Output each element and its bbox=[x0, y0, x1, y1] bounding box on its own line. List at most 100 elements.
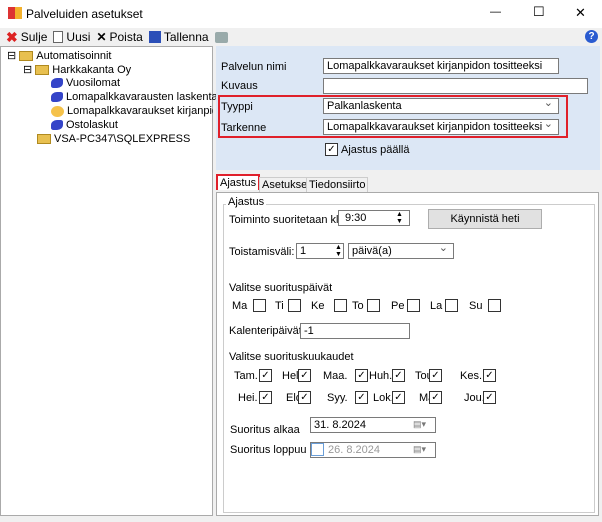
month-checkbox[interactable]: ✓ bbox=[392, 391, 405, 404]
folder-icon bbox=[35, 65, 50, 76]
tree-item[interactable]: Ostolaskut bbox=[51, 119, 118, 131]
close-toolbar-button[interactable]: ✖ Sulje bbox=[6, 29, 47, 45]
type-label: Tyyppi bbox=[221, 101, 253, 113]
title-bar: Palveluiden asetukset — ☐ ✕ bbox=[0, 0, 602, 28]
month-label: Jou. bbox=[464, 392, 485, 404]
month-label: Kes. bbox=[460, 370, 483, 382]
tree-view: ⊟ Automatisoinnit ⊟ Harkkakanta Oy Vuosi… bbox=[0, 46, 218, 516]
tree-item[interactable]: Vuosilomat bbox=[51, 77, 120, 89]
tree-server[interactable]: VSA-PC347\SQLEXPRESS bbox=[37, 133, 190, 145]
month-label: Huh. bbox=[369, 370, 393, 382]
day-checkbox[interactable] bbox=[334, 299, 347, 312]
calendar-dropdown-icon[interactable]: ▤▾ bbox=[413, 444, 426, 455]
day-checkbox[interactable] bbox=[407, 299, 420, 312]
name-input[interactable]: Lomapalkkavaraukset kirjanpidon tosittee… bbox=[323, 58, 559, 74]
day-label: Su bbox=[469, 300, 483, 312]
month-label: Maa. bbox=[323, 370, 348, 382]
spinner-arrows-icon[interactable]: ▲ ▼ bbox=[335, 244, 342, 258]
month-label: Lok. bbox=[373, 392, 394, 404]
new-label: Uusi bbox=[66, 30, 91, 44]
days-label: Valitse suorituspäivät bbox=[229, 282, 333, 294]
help-icon[interactable]: ? bbox=[585, 30, 598, 43]
run-now-button[interactable]: Käynnistä heti bbox=[428, 209, 542, 229]
spec-select[interactable]: Lomapalkkavaraukset kirjanpidon tosittee… bbox=[323, 119, 559, 135]
month-checkbox[interactable]: ✓ bbox=[298, 391, 311, 404]
end-label: Suoritus loppuu bbox=[230, 444, 307, 456]
close-button[interactable]: ✕ bbox=[575, 5, 586, 21]
desc-input[interactable] bbox=[323, 78, 588, 94]
tree-item-label: Vuosilomat bbox=[66, 77, 121, 89]
tree-root-label: Automatisoinnit bbox=[36, 50, 112, 62]
print-button[interactable] bbox=[214, 29, 228, 45]
month-checkbox[interactable]: ✓ bbox=[483, 369, 496, 382]
delete-label: Poista bbox=[109, 30, 143, 44]
minimize-button[interactable]: — bbox=[490, 6, 501, 18]
spec-label: Tarkenne bbox=[221, 122, 267, 134]
day-checkbox[interactable] bbox=[445, 299, 458, 312]
month-checkbox[interactable]: ✓ bbox=[483, 391, 496, 404]
day-checkbox[interactable] bbox=[488, 299, 501, 312]
window-title: Palveluiden asetukset bbox=[26, 7, 143, 21]
tab-tiedonsiirto[interactable]: Tiedonsiirto bbox=[306, 177, 369, 192]
month-checkbox[interactable]: ✓ bbox=[392, 369, 405, 382]
month-checkbox[interactable]: ✓ bbox=[259, 369, 272, 382]
day-label: La bbox=[430, 300, 443, 312]
gears-icon bbox=[51, 78, 63, 89]
start-label: Suoritus alkaa bbox=[230, 424, 300, 436]
tree-item-selected[interactable]: Lomapalkkavaraukset kirjanpidon tosittee… bbox=[51, 105, 213, 117]
collapse-icon[interactable]: ⊟ bbox=[23, 64, 32, 76]
tree-item-label: Lomapalkkavarausten laskenta bbox=[66, 91, 218, 103]
name-label: Palvelun nimi bbox=[221, 61, 287, 73]
save-disk-icon bbox=[148, 31, 161, 43]
circle-icon bbox=[51, 105, 64, 117]
tree-company[interactable]: ⊟ Harkkakanta Oy bbox=[23, 63, 131, 76]
calendar-dropdown-icon[interactable]: ▤▾ bbox=[413, 419, 426, 430]
month-label: Tam. bbox=[234, 370, 258, 382]
new-button[interactable]: Uusi bbox=[53, 29, 90, 45]
month-checkbox[interactable]: ✓ bbox=[355, 391, 368, 404]
month-checkbox[interactable]: ✓ bbox=[429, 369, 442, 382]
tree-item-label: Ostolaskut bbox=[66, 119, 118, 131]
desc-label: Kuvaus bbox=[221, 80, 258, 92]
save-button[interactable]: Tallenna bbox=[148, 29, 209, 45]
calendar-days-input[interactable]: -1 bbox=[300, 323, 410, 339]
gears-icon bbox=[51, 92, 63, 103]
folder-icon bbox=[19, 51, 34, 62]
gears-icon bbox=[51, 120, 63, 131]
day-label: Ke bbox=[311, 300, 325, 312]
maximize-button[interactable]: ☐ bbox=[533, 4, 545, 20]
month-checkbox[interactable]: ✓ bbox=[259, 391, 272, 404]
type-select[interactable]: Palkanlaskenta bbox=[323, 98, 559, 114]
month-checkbox[interactable]: ✓ bbox=[355, 369, 368, 382]
tree-item[interactable]: Lomapalkkavarausten laskenta bbox=[51, 91, 218, 103]
tree-server-label: VSA-PC347\SQLEXPRESS bbox=[54, 133, 191, 145]
month-label: Syy. bbox=[327, 392, 348, 404]
tab-ajastus[interactable]: Ajastus bbox=[216, 174, 261, 190]
day-checkbox[interactable] bbox=[253, 299, 266, 312]
new-document-icon bbox=[53, 31, 64, 43]
day-checkbox[interactable] bbox=[288, 299, 301, 312]
save-label: Tallenna bbox=[163, 30, 209, 44]
delete-button[interactable]: ✕ Poista bbox=[96, 29, 142, 45]
app-icon bbox=[8, 7, 22, 19]
time-label: Toiminto suoritetaan klo bbox=[229, 214, 345, 226]
printer-icon bbox=[214, 31, 228, 43]
end-date-checkbox[interactable] bbox=[311, 443, 324, 456]
month-checkbox[interactable]: ✓ bbox=[298, 369, 311, 382]
interval-unit-select[interactable]: päivä(a) bbox=[348, 243, 454, 259]
folder-icon bbox=[37, 134, 51, 145]
tree-root[interactable]: ⊟ Automatisoinnit bbox=[7, 49, 112, 62]
interval-label: Toistamisväli: bbox=[229, 246, 295, 258]
schedule-group-title: Ajastus bbox=[226, 196, 267, 208]
months-label: Valitse suorituskuukaudet bbox=[229, 351, 354, 363]
day-label: Pe bbox=[391, 300, 405, 312]
toolbar: ✖ Sulje Uusi ✕ Poista Tallenna bbox=[6, 29, 234, 45]
month-checkbox[interactable]: ✓ bbox=[429, 391, 442, 404]
enabled-checkbox[interactable]: ✓ bbox=[325, 143, 338, 156]
tree-company-label: Harkkakanta Oy bbox=[52, 64, 132, 76]
collapse-icon[interactable]: ⊟ bbox=[7, 50, 16, 62]
close-x-icon: ✖ bbox=[6, 28, 18, 45]
month-label: Hei. bbox=[238, 392, 258, 404]
spinner-arrows-icon[interactable]: ▲ ▼ bbox=[396, 211, 403, 225]
day-checkbox[interactable] bbox=[367, 299, 380, 312]
